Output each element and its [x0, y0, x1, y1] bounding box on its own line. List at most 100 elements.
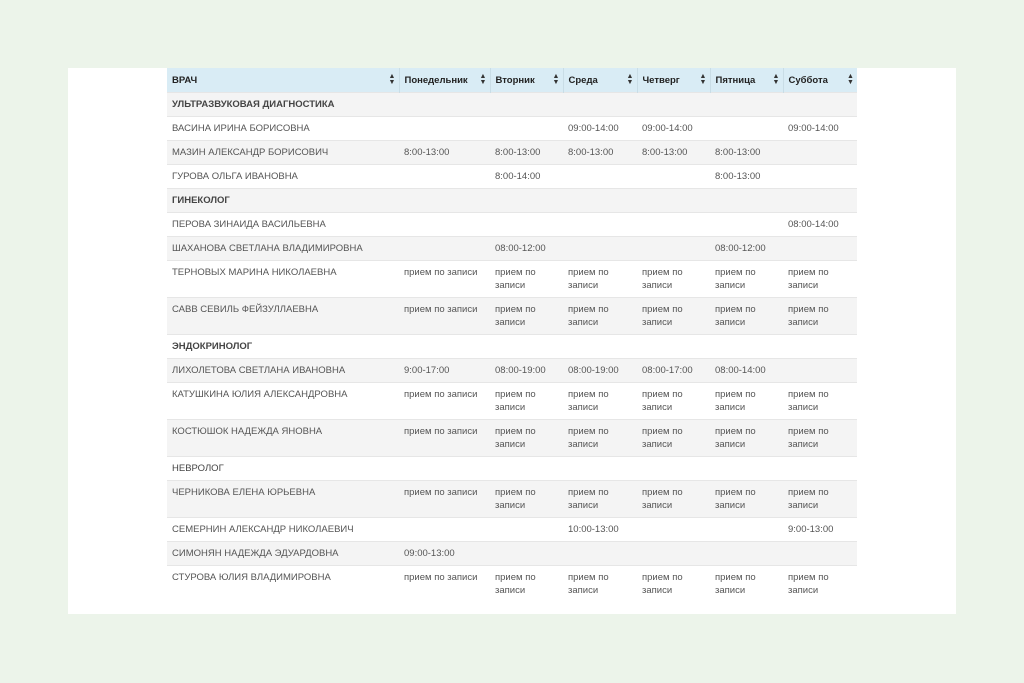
- doctor-row: САВВ СЕВИЛЬ ФЕЙЗУЛЛАЕВНА прием по записи п…: [167, 297, 857, 335]
- doctor-name: ТЕРНОВЫХ МАРИНА НИКОЛАЕВНА: [167, 260, 399, 298]
- sort-arrows-icon[interactable]: ▲ ▼: [627, 73, 634, 86]
- schedule-cell: прием по записи: [490, 419, 563, 457]
- schedule-cell: 09:00-14:00: [783, 116, 857, 141]
- doctor-row: МАЗИН АЛЕКСАНДР БОРИСОВИЧ 8:00-13:00 8:00-…: [167, 140, 857, 165]
- doctor-name: ВАСИНА ИРИНА БОРИСОВНА: [167, 116, 399, 141]
- doctor-row: ЛИХОЛЕТОВА СВЕТЛАНА ИВАНОВНА 9:00-17:00 08…: [167, 358, 857, 383]
- schedule-cell: 08:00-17:00: [637, 358, 710, 383]
- table-header-row: ВРАЧ ▲ ▼ Понедельник ▲ ▼ Вторник ▲ ▼ Среда …: [167, 68, 857, 93]
- column-header-tuesday[interactable]: Вторник ▲ ▼: [490, 68, 564, 93]
- doctor-name: СЕМЕРНИН АЛЕКСАНДР НИКОЛАЕВИЧ: [167, 517, 399, 542]
- schedule-cell: прием по записи: [637, 382, 710, 420]
- schedule-cell: [563, 236, 637, 261]
- doctor-name: ШАХАНОВА СВЕТЛАНА ВЛАДИМИРОВНА: [167, 236, 399, 261]
- schedule-cell: прием по записи: [637, 480, 710, 518]
- schedule-cell: 08:00-19:00: [563, 358, 637, 383]
- schedule-cell: прием по записи: [783, 382, 857, 420]
- column-header-label: Вторник: [495, 74, 535, 86]
- schedule-cell: [637, 541, 710, 566]
- schedule-cell: 09:00-14:00: [637, 116, 710, 141]
- schedule-cell: прием по записи: [783, 565, 857, 602]
- column-header-wednesday[interactable]: Среда ▲ ▼: [563, 68, 638, 93]
- doctor-name: МАЗИН АЛЕКСАНДР БОРИСОВИЧ: [167, 140, 399, 165]
- schedule-cell: 08:00-14:00: [710, 358, 783, 383]
- schedule-cell: прием по записи: [637, 419, 710, 457]
- schedule-cell: [710, 212, 783, 237]
- schedule-cell: [637, 236, 710, 261]
- column-header-monday[interactable]: Понедельник ▲ ▼: [399, 68, 491, 93]
- specialty-title: НЕВРОЛОГ: [167, 456, 857, 481]
- specialty-title: ГИНЕКОЛОГ: [167, 188, 857, 213]
- column-header-doctor[interactable]: ВРАЧ ▲ ▼: [167, 68, 400, 93]
- schedule-cell: [563, 164, 637, 189]
- sort-arrows-icon[interactable]: ▲ ▼: [480, 73, 487, 86]
- column-header-thursday[interactable]: Четверг ▲ ▼: [637, 68, 711, 93]
- doctor-row: ПЕРОВА ЗИНАИДА ВАСИЛЬЕВНА 08:00-14:00: [167, 212, 857, 237]
- table-body: УЛЬТРАЗВУКОВАЯ ДИАГНОСТИКА ВАСИНА ИРИНА Б…: [167, 92, 857, 602]
- schedule-cell: 8:00-14:00: [490, 164, 563, 189]
- schedule-table: ВРАЧ ▲ ▼ Понедельник ▲ ▼ Вторник ▲ ▼ Среда …: [167, 68, 857, 602]
- column-header-label: Понедельник: [404, 74, 468, 86]
- schedule-cell: [490, 541, 563, 566]
- doctor-name: СТУРОВА ЮЛИЯ ВЛАДИМИРОВНА: [167, 565, 399, 602]
- specialty-section-row: УЛЬТРАЗВУКОВАЯ ДИАГНОСТИКА: [167, 92, 857, 117]
- schedule-cell: [710, 517, 783, 542]
- schedule-cell: прием по записи: [563, 480, 637, 518]
- doctor-row: КОСТЮШОК НАДЕЖДА ЯНОВНА прием по записи пр…: [167, 419, 857, 457]
- schedule-cell: прием по записи: [710, 260, 783, 298]
- doctor-row: ТЕРНОВЫХ МАРИНА НИКОЛАЕВНА прием по запис…: [167, 260, 857, 298]
- doctor-row: ШАХАНОВА СВЕТЛАНА ВЛАДИМИРОВНА 08:00-12:0…: [167, 236, 857, 261]
- column-header-label: ВРАЧ: [172, 74, 198, 86]
- doctor-name: САВВ СЕВИЛЬ ФЕЙЗУЛЛАЕВНА: [167, 297, 399, 335]
- schedule-card: ВРАЧ ▲ ▼ Понедельник ▲ ▼ Вторник ▲ ▼ Среда …: [68, 68, 956, 614]
- column-header-saturday[interactable]: Суббота ▲ ▼: [783, 68, 857, 93]
- doctor-name: ГУРОВА ОЛЬГА ИВАНОВНА: [167, 164, 399, 189]
- schedule-cell: [399, 517, 490, 542]
- schedule-cell: прием по записи: [783, 419, 857, 457]
- column-header-label: Среда: [568, 74, 598, 86]
- schedule-cell: прием по записи: [399, 419, 490, 457]
- schedule-cell: прием по записи: [710, 419, 783, 457]
- doctor-name: КОСТЮШОК НАДЕЖДА ЯНОВНА: [167, 419, 399, 457]
- schedule-cell: прием по записи: [490, 480, 563, 518]
- sort-arrows-icon[interactable]: ▲ ▼: [700, 73, 707, 86]
- schedule-cell: прием по записи: [563, 419, 637, 457]
- column-header-label: Четверг: [642, 74, 680, 86]
- doctor-row: ВАСИНА ИРИНА БОРИСОВНА 09:00-14:00 09:00-1…: [167, 116, 857, 141]
- doctor-name: ПЕРОВА ЗИНАИДА ВАСИЛЬЕВНА: [167, 212, 399, 237]
- sort-arrows-icon[interactable]: ▲ ▼: [389, 73, 396, 86]
- schedule-cell: прием по записи: [563, 382, 637, 420]
- schedule-cell: прием по записи: [710, 382, 783, 420]
- doctor-row: СИМОНЯН НАДЕЖДА ЭДУАРДОВНА 09:00-13:00: [167, 541, 857, 566]
- sort-arrows-icon[interactable]: ▲ ▼: [773, 73, 780, 86]
- schedule-cell: прием по записи: [490, 297, 563, 335]
- schedule-cell: 8:00-13:00: [490, 140, 563, 165]
- schedule-cell: 08:00-19:00: [490, 358, 563, 383]
- doctor-row: СЕМЕРНИН АЛЕКСАНДР НИКОЛАЕВИЧ 10:00-13:00…: [167, 517, 857, 542]
- specialty-section-row: ГИНЕКОЛОГ: [167, 188, 857, 213]
- schedule-cell: [710, 116, 783, 141]
- doctor-row: ЧЕРНИКОВА ЕЛЕНА ЮРЬЕВНА прием по записи пр…: [167, 480, 857, 518]
- schedule-cell: прием по записи: [783, 480, 857, 518]
- schedule-cell: [783, 140, 857, 165]
- schedule-cell: прием по записи: [490, 565, 563, 602]
- schedule-cell: прием по записи: [710, 565, 783, 602]
- doctor-row: КАТУШКИНА ЮЛИЯ АЛЕКСАНДРОВНА прием по зап…: [167, 382, 857, 420]
- schedule-cell: [490, 212, 563, 237]
- schedule-cell: 08:00-14:00: [783, 212, 857, 237]
- column-header-label: Суббота: [788, 74, 828, 86]
- sort-arrows-icon[interactable]: ▲ ▼: [553, 73, 560, 86]
- column-header-friday[interactable]: Пятница ▲ ▼: [710, 68, 784, 93]
- schedule-cell: прием по записи: [783, 260, 857, 298]
- schedule-cell: прием по записи: [490, 382, 563, 420]
- schedule-cell: [563, 541, 637, 566]
- schedule-cell: [399, 164, 490, 189]
- sort-arrows-icon[interactable]: ▲ ▼: [847, 73, 854, 86]
- schedule-cell: прием по записи: [637, 297, 710, 335]
- schedule-cell: 08:00-12:00: [490, 236, 563, 261]
- schedule-cell: прием по записи: [490, 260, 563, 298]
- schedule-cell: [637, 517, 710, 542]
- schedule-cell: 8:00-13:00: [710, 164, 783, 189]
- schedule-cell: [783, 358, 857, 383]
- schedule-cell: [783, 541, 857, 566]
